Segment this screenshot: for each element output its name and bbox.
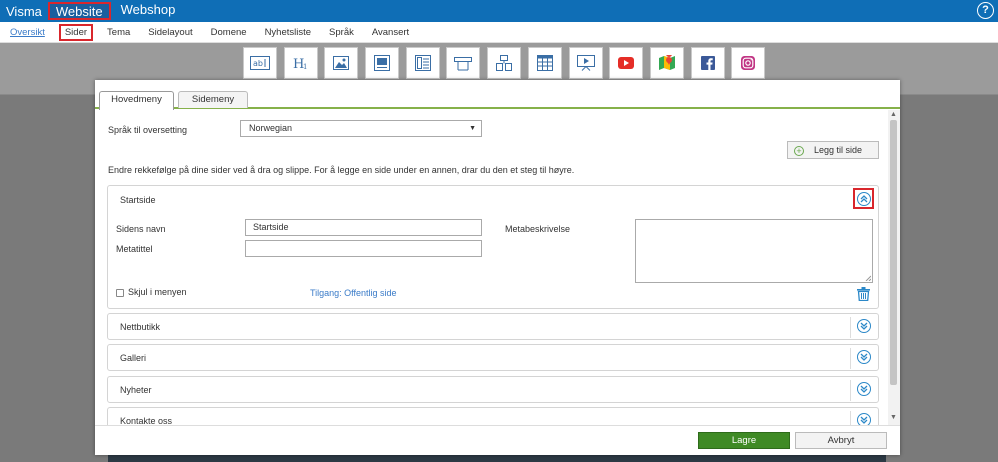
expand-icon[interactable] — [857, 350, 871, 364]
instagram-icon[interactable] — [731, 47, 766, 79]
panel-divider — [850, 348, 851, 369]
subnav-domene[interactable]: Domene — [207, 26, 251, 39]
add-page-button[interactable]: + Legg til side — [787, 141, 879, 159]
brand-name: Visma — [6, 3, 42, 19]
trash-icon[interactable] — [857, 287, 870, 304]
page-panel-startside[interactable]: Startside Sidens navn Startside Metatitt… — [107, 185, 879, 309]
metadesc-textarea[interactable] — [635, 219, 873, 283]
metadesc-label: Metabeskrivelse — [505, 224, 571, 234]
subnav-tema[interactable]: Tema — [103, 26, 134, 39]
tab-hovedmeny[interactable]: Hovedmeny — [99, 91, 174, 110]
text-tool-icon[interactable]: ab — [243, 47, 277, 79]
language-select[interactable]: Norwegian ▼ — [240, 120, 482, 137]
svg-text:1: 1 — [303, 63, 307, 71]
page-panel-nettbutikk[interactable]: Nettbutikk — [107, 313, 879, 340]
expand-icon[interactable] — [857, 319, 871, 333]
subnav-sprak[interactable]: Språk — [325, 26, 358, 39]
page-title: Startside — [120, 195, 156, 205]
subnav-oversikt[interactable]: Oversikt — [6, 26, 49, 39]
scroll-down-icon[interactable]: ▼ — [890, 414, 897, 421]
box-tool-icon[interactable] — [446, 47, 481, 79]
page-title: Nyheter — [120, 385, 152, 395]
resize-handle-icon — [865, 275, 871, 281]
panel-divider — [850, 317, 851, 338]
page-name-input[interactable]: Startside — [245, 219, 482, 236]
metatitle-input[interactable] — [245, 240, 482, 257]
subnav-avansert[interactable]: Avansert — [368, 26, 413, 39]
scroll-up-icon[interactable]: ▲ — [890, 111, 897, 118]
language-value: Norwegian — [249, 123, 293, 133]
heading-tool-icon[interactable]: H1 — [283, 47, 318, 79]
page-title: Galleri — [120, 353, 147, 363]
layout-tool-icon[interactable] — [487, 47, 522, 79]
page-panel-galleri[interactable]: Galleri — [107, 344, 879, 371]
dropdown-caret-icon: ▼ — [469, 125, 476, 132]
sub-nav: Oversikt Sider Tema Sidelayout Domene Ny… — [0, 22, 998, 43]
language-label: Språk til oversetting — [108, 125, 188, 135]
table-tool-icon[interactable] — [527, 47, 562, 79]
text-column-tool-icon[interactable] — [405, 47, 440, 79]
panel-divider — [850, 411, 851, 425]
hide-in-menu-label: Skjul i menyen — [128, 287, 187, 297]
image-tool-icon[interactable] — [324, 47, 359, 79]
save-button[interactable]: Lagre — [698, 432, 790, 449]
page-background-image — [108, 454, 886, 462]
page-name-label: Sidens navn — [116, 224, 166, 234]
cancel-button[interactable]: Avbryt — [795, 432, 887, 449]
hide-in-menu-checkbox[interactable] — [116, 289, 124, 297]
tab-sidemeny[interactable]: Sidemeny — [178, 91, 248, 108]
svg-text:ab: ab — [253, 59, 263, 68]
subnav-sidelayout[interactable]: Sidelayout — [144, 26, 196, 39]
add-page-label: Legg til side — [814, 145, 863, 155]
page-title: Kontakte oss — [120, 416, 173, 425]
top-bar: Visma Website Webshop ? — [0, 0, 998, 22]
slideshow-tool-icon[interactable] — [568, 47, 603, 79]
facebook-icon[interactable] — [690, 47, 725, 79]
page-panel-kontakte-oss[interactable]: Kontakte oss — [107, 407, 879, 425]
scrollbar-thumb[interactable] — [890, 120, 897, 385]
footer-divider — [95, 425, 900, 426]
help-icon[interactable]: ? — [977, 2, 994, 19]
nav-webshop[interactable]: Webshop — [115, 2, 182, 20]
subnav-sider[interactable]: Sider — [58, 23, 94, 41]
image-text-tool-icon[interactable] — [365, 47, 400, 79]
subnav-nyhetsliste[interactable]: Nyhetsliste — [261, 26, 315, 39]
panel-divider — [850, 380, 851, 401]
access-link[interactable]: Tilgang: Offentlig side — [310, 288, 397, 298]
page-panel-nyheter[interactable]: Nyheter — [107, 376, 879, 403]
menu-tabs: Hovedmeny Sidemeny — [95, 80, 900, 110]
add-icon: + — [794, 145, 804, 156]
expand-icon[interactable] — [857, 413, 871, 425]
dialog-scrollbar[interactable]: ▲ ▼ — [888, 110, 900, 425]
page-title: Nettbutikk — [120, 322, 161, 332]
youtube-icon[interactable] — [609, 47, 644, 79]
nav-website[interactable]: Website — [47, 2, 111, 20]
expand-icon[interactable] — [857, 382, 871, 396]
maps-icon[interactable] — [649, 47, 684, 79]
metatitle-label: Metatittel — [116, 244, 153, 254]
pages-dialog: Hovedmeny Sidemeny ▲ ▼ Språk til overset… — [95, 80, 900, 455]
collapse-icon[interactable] — [857, 192, 871, 206]
reorder-instructions: Endre rekkefølge på dine sider ved å dra… — [108, 165, 575, 175]
